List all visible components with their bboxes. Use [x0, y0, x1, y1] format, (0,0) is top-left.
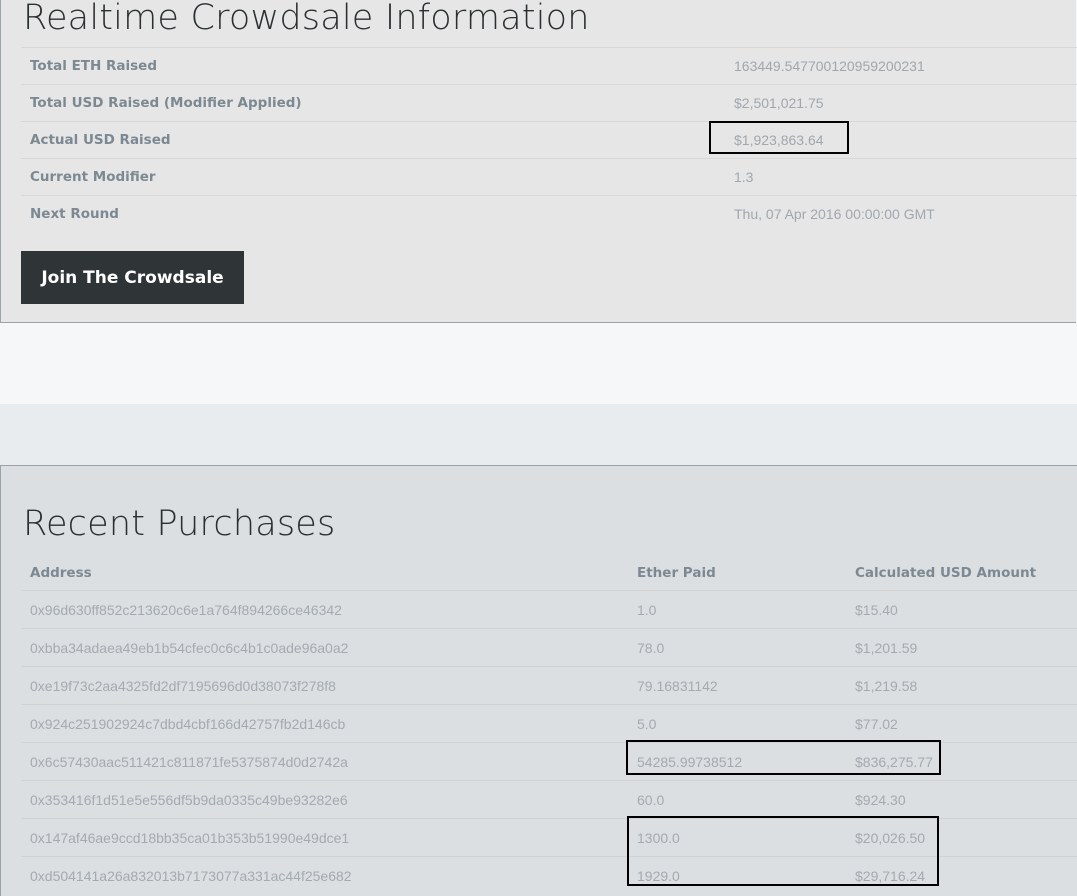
purchase-usd: $836,275.77	[846, 742, 1077, 781]
table-row: 0xe19f73c2aa4325fd2df7195696d0d38073f278…	[21, 666, 1077, 705]
info-label: Total USD Raised (Modifier Applied)	[21, 84, 725, 122]
purchase-address: 0xd504141a26a832013b7173077a331ac44f25e6…	[21, 856, 628, 894]
column-header-ether-paid: Ether Paid	[637, 565, 716, 581]
purchase-usd: $29,716.24	[846, 856, 1077, 894]
info-row-actual-usd: Actual USD Raised $1,923,863.64	[21, 121, 1077, 159]
info-label: Next Round	[21, 195, 725, 233]
purchase-ether: 5.0	[628, 704, 846, 743]
table-header-row: Address Ether Paid Calculated USD Amount	[21, 556, 1077, 591]
info-label: Current Modifier	[21, 158, 725, 196]
recent-purchases-title: Recent Purchases	[23, 504, 336, 544]
purchase-usd: $1,219.58	[846, 666, 1077, 705]
info-value: Thu, 07 Apr 2016 00:00:00 GMT	[725, 195, 1077, 233]
purchase-address: 0x924c251902924c7dbd4cbf166d42757fb2d146…	[21, 704, 628, 743]
info-value: $1,923,863.64	[725, 121, 1077, 159]
purchase-address: 0x353416f1d51e5e556df5b9da0335c49be93282…	[21, 780, 628, 819]
table-row: 0x6c57430aac511421c811871fe5375874d0d274…	[21, 742, 1077, 781]
info-row-total-eth: Total ETH Raised 163449.5477001209592002…	[21, 47, 1077, 85]
purchase-address: 0x6c57430aac511421c811871fe5375874d0d274…	[21, 742, 628, 781]
column-header-address: Address	[30, 565, 92, 581]
info-label: Total ETH Raised	[21, 47, 725, 85]
purchase-address: 0x96d630ff852c213620c6e1a764f894266ce463…	[21, 590, 628, 629]
purchase-usd: $924.30	[846, 780, 1077, 819]
purchase-ether: 1300.0	[628, 818, 846, 857]
purchase-address: 0x147af46ae9ccd18bb35ca01b353b51990e49dc…	[21, 818, 628, 857]
crowdsale-info-panel: Realtime Crowdsale Information Total ETH…	[0, 0, 1077, 323]
purchase-usd: $20,026.50	[846, 818, 1077, 857]
purchase-ether: 78.0	[628, 628, 846, 667]
crowdsale-info-table: Total ETH Raised 163449.5477001209592002…	[21, 47, 1077, 233]
purchase-ether: 1929.0	[628, 856, 846, 894]
table-row: 0x147af46ae9ccd18bb35ca01b353b51990e49dc…	[21, 818, 1077, 857]
column-header-usd-amount: Calculated USD Amount	[855, 565, 1037, 581]
purchase-address: 0xbba34adaea49eb1b54cfec0c6c4b1c0ade96a0…	[21, 628, 628, 667]
join-crowdsale-button[interactable]: Join The Crowdsale	[21, 251, 244, 304]
table-row: 0xd504141a26a832013b7173077a331ac44f25e6…	[21, 856, 1077, 894]
recent-purchases-table: Address Ether Paid Calculated USD Amount…	[21, 556, 1077, 894]
purchase-ether: 79.16831142	[628, 666, 846, 705]
purchase-usd: $15.40	[846, 590, 1077, 629]
table-row: 0x96d630ff852c213620c6e1a764f894266ce463…	[21, 590, 1077, 629]
purchase-ether: 1.0	[628, 590, 846, 629]
info-label: Actual USD Raised	[21, 121, 725, 159]
recent-purchases-panel: Recent Purchases Address Ether Paid Calc…	[0, 465, 1077, 896]
table-row: 0x353416f1d51e5e556df5b9da0335c49be93282…	[21, 780, 1077, 819]
section-divider	[0, 404, 1077, 466]
info-row-next-round: Next Round Thu, 07 Apr 2016 00:00:00 GMT	[21, 195, 1077, 233]
info-value: 1.3	[725, 158, 1077, 196]
purchase-ether: 54285.99738512	[628, 742, 846, 781]
crowdsale-info-title: Realtime Crowdsale Information	[23, 0, 590, 38]
info-value: 163449.547700120959200231	[725, 47, 1077, 85]
info-value: $2,501,021.75	[725, 84, 1077, 122]
info-row-total-usd: Total USD Raised (Modifier Applied) $2,5…	[21, 84, 1077, 122]
purchase-address: 0xe19f73c2aa4325fd2df7195696d0d38073f278…	[21, 666, 628, 705]
purchase-usd: $1,201.59	[846, 628, 1077, 667]
purchase-usd: $77.02	[846, 704, 1077, 743]
purchase-ether: 60.0	[628, 780, 846, 819]
table-row: 0xbba34adaea49eb1b54cfec0c6c4b1c0ade96a0…	[21, 628, 1077, 667]
info-row-current-modifier: Current Modifier 1.3	[21, 158, 1077, 196]
table-row: 0x924c251902924c7dbd4cbf166d42757fb2d146…	[21, 704, 1077, 743]
